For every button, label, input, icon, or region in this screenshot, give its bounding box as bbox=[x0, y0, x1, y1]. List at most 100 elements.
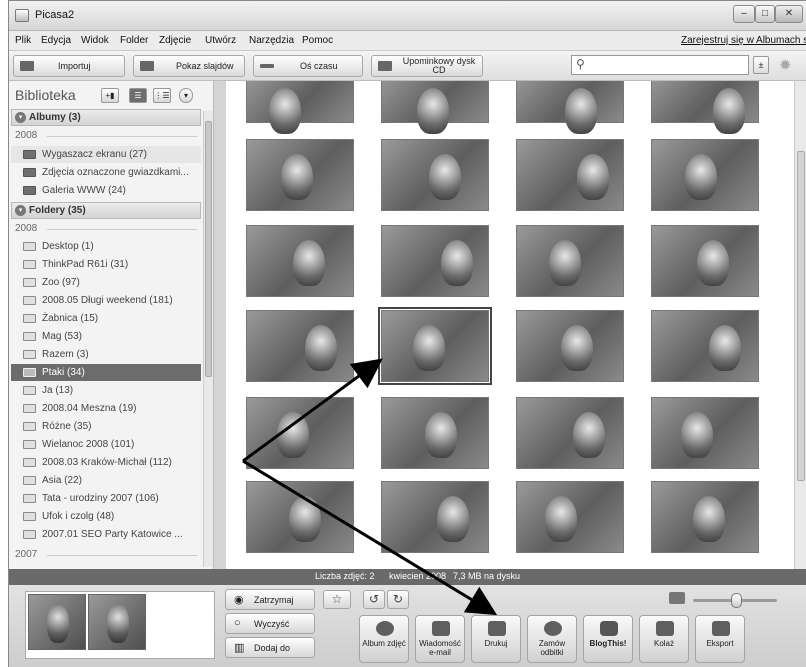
photo-thumbnail[interactable] bbox=[651, 481, 759, 553]
photo-thumbnail[interactable] bbox=[516, 81, 624, 134]
print-button[interactable]: Drukuj bbox=[471, 615, 521, 663]
search-field[interactable]: ⚲ bbox=[571, 55, 749, 75]
tray-thumbnail[interactable] bbox=[28, 594, 86, 650]
folder-item[interactable]: 2008.04 Meszna (19) bbox=[11, 400, 201, 417]
photo-thumbnail[interactable] bbox=[381, 481, 489, 553]
slideshow-button[interactable]: Pokaz slajdów bbox=[133, 55, 245, 77]
folder-item[interactable]: Ja (13) bbox=[11, 382, 201, 399]
rotate-left-button[interactable]: ↺ bbox=[363, 590, 385, 609]
photo-thumbnail[interactable] bbox=[246, 139, 354, 211]
thumbnail-size-slider[interactable] bbox=[693, 593, 777, 608]
folder-item[interactable]: 2007.01 SEO Party Katowice ... bbox=[11, 526, 201, 543]
folder-item[interactable]: Tata - urodziny 2007 (106) bbox=[11, 490, 201, 507]
close-button[interactable]: ✕ bbox=[775, 5, 803, 23]
timeline-button[interactable]: Oś czasu bbox=[253, 55, 363, 77]
grid-scrollbar[interactable] bbox=[794, 81, 806, 569]
export-button[interactable]: Eksport bbox=[695, 615, 745, 663]
grid-scroll-thumb[interactable] bbox=[797, 151, 805, 481]
albums-section-header[interactable]: ▾ Albumy (3) bbox=[11, 109, 201, 126]
folders-section-header[interactable]: ▾ Foldery (35) bbox=[11, 202, 201, 219]
menu-zdjecie[interactable]: Zdjęcie bbox=[159, 35, 191, 46]
folder-item[interactable]: Różne (35) bbox=[11, 418, 201, 435]
folder-item[interactable]: ThinkPad R61i (31) bbox=[11, 256, 201, 273]
search-input[interactable] bbox=[590, 57, 742, 73]
folder-item[interactable]: 2008.05 Długi weekend (181) bbox=[11, 292, 201, 309]
sidebar-scrollbar[interactable] bbox=[203, 111, 213, 567]
tray-thumbnail[interactable] bbox=[88, 594, 146, 650]
folder-item[interactable]: Asia (22) bbox=[11, 472, 201, 489]
collapse-button[interactable]: ▾ bbox=[179, 88, 193, 103]
photo-thumbnail[interactable] bbox=[381, 81, 489, 134]
folder-icon bbox=[23, 386, 36, 395]
clear-button[interactable]: ○ Wyczyść bbox=[225, 613, 315, 634]
menu-utworz[interactable]: Utwórz bbox=[205, 35, 236, 46]
minimize-button[interactable]: – bbox=[733, 5, 755, 23]
photo-thumbnail[interactable] bbox=[246, 225, 354, 297]
list-view-button[interactable]: ☰ bbox=[129, 88, 147, 103]
photo-thumbnail[interactable] bbox=[516, 481, 624, 553]
photo-thumbnail[interactable] bbox=[651, 225, 759, 297]
menu-edycja[interactable]: Edycja bbox=[41, 35, 71, 46]
panel-splitter[interactable] bbox=[214, 81, 226, 569]
search-icon: ⚲ bbox=[576, 57, 585, 71]
folder-item[interactable]: Żabnica (15) bbox=[11, 310, 201, 327]
album-item[interactable]: Zdjęcia oznaczone gwiazdkami... bbox=[11, 164, 201, 181]
folder-item[interactable]: Razem (3) bbox=[11, 346, 201, 363]
menu-narzedzia[interactable]: Narzędzia bbox=[249, 35, 294, 46]
photo-thumbnail[interactable] bbox=[651, 139, 759, 211]
photo-thumbnail[interactable] bbox=[516, 310, 624, 382]
photo-thumbnail[interactable] bbox=[651, 397, 759, 469]
picasa-window: Picasa2 – □ ✕ Plik Edycja Widok Folder Z… bbox=[8, 0, 806, 667]
folder-item[interactable]: Zoo (97) bbox=[11, 274, 201, 291]
photo-thumbnail[interactable] bbox=[246, 397, 354, 469]
photo-thumbnail[interactable] bbox=[651, 81, 759, 134]
rotate-right-button[interactable]: ↻ bbox=[387, 590, 409, 609]
import-button[interactable]: Importuj bbox=[13, 55, 125, 77]
sidebar-scroll-thumb[interactable] bbox=[205, 121, 212, 377]
menu-plik[interactable]: Plik bbox=[15, 35, 31, 46]
disk-size-text: 7,3 MB na dysku bbox=[453, 571, 521, 581]
register-web-albums-link[interactable]: Zarejestruj się w Albumach sieci bbox=[681, 35, 806, 46]
hold-button[interactable]: ◉ Zatrzymaj bbox=[225, 589, 315, 610]
photo-thumbnail[interactable] bbox=[246, 81, 354, 134]
blogthis-button[interactable]: BlogThis! bbox=[583, 615, 633, 663]
photo-thumbnail[interactable] bbox=[651, 310, 759, 382]
photo-thumbnail[interactable] bbox=[516, 225, 624, 297]
bird-photo-icon bbox=[293, 240, 325, 286]
folder-item[interactable]: Ufok i czolg (48) bbox=[11, 508, 201, 525]
maximize-button[interactable]: □ bbox=[755, 5, 775, 23]
menu-folder[interactable]: Folder bbox=[120, 35, 148, 46]
add-to-button[interactable]: ▥ Dodaj do bbox=[225, 637, 315, 658]
menu-widok[interactable]: Widok bbox=[81, 35, 109, 46]
star-button[interactable]: ☆ bbox=[323, 590, 351, 609]
email-button[interactable]: Wiadomość e-mail bbox=[415, 615, 465, 663]
photo-thumbnail[interactable] bbox=[516, 139, 624, 211]
folder-item[interactable]: Mag (53) bbox=[11, 328, 201, 345]
photo-thumbnail[interactable] bbox=[381, 397, 489, 469]
tree-view-button[interactable]: ⋮☰ bbox=[153, 88, 171, 103]
slider-knob[interactable] bbox=[731, 593, 742, 608]
photo-thumbnail[interactable] bbox=[381, 225, 489, 297]
title-bar: Picasa2 – □ ✕ bbox=[9, 1, 806, 31]
collage-button[interactable]: Kolaż bbox=[639, 615, 689, 663]
photo-thumbnail[interactable] bbox=[381, 139, 489, 211]
folder-item-selected[interactable]: Ptaki (34) bbox=[11, 364, 201, 381]
gift-cd-button[interactable]: Upominkowy dysk CD bbox=[371, 55, 483, 77]
bird-photo-icon bbox=[697, 240, 729, 286]
order-prints-button[interactable]: Zamów odbitki bbox=[527, 615, 577, 663]
album-button[interactable]: Album zdjęć bbox=[359, 615, 409, 663]
photo-thumbnail[interactable] bbox=[246, 310, 354, 382]
bird-photo-icon bbox=[277, 412, 309, 458]
menu-pomoc[interactable]: Pomoc bbox=[302, 35, 333, 46]
folder-item[interactable]: Desktop (1) bbox=[11, 238, 201, 255]
album-item[interactable]: Galeria WWW (24) bbox=[11, 182, 201, 199]
album-item[interactable]: Wygaszacz ekranu (27) bbox=[11, 146, 201, 163]
folder-icon bbox=[23, 476, 36, 485]
folder-item[interactable]: 2008.03 Kraków-Michał (112) bbox=[11, 454, 201, 471]
photo-thumbnail[interactable] bbox=[516, 397, 624, 469]
photo-thumbnail[interactable] bbox=[246, 481, 354, 553]
folder-item[interactable]: Wielanoc 2008 (101) bbox=[11, 436, 201, 453]
search-clear-button[interactable]: ± bbox=[753, 56, 769, 74]
add-folder-button[interactable]: +▮ bbox=[101, 88, 119, 103]
photo-thumbnail-selected[interactable] bbox=[378, 307, 492, 385]
